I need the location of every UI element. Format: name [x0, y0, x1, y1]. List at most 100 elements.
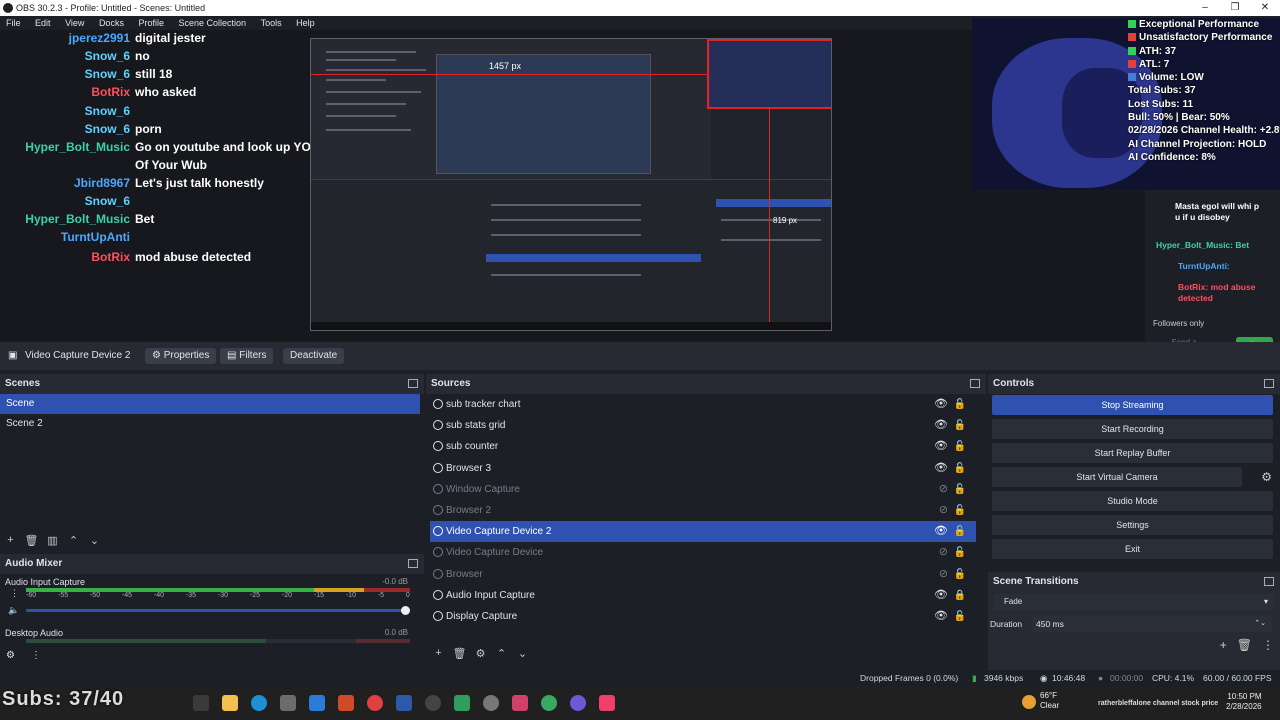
powerpoint-icon[interactable] [338, 695, 354, 711]
eye-icon[interactable]: 👁 [934, 394, 948, 415]
minimize-button[interactable]: – [1190, 0, 1220, 16]
eye-icon[interactable]: 👁 [934, 521, 948, 542]
add-icon[interactable]: + [1220, 638, 1227, 652]
popout-icon[interactable] [970, 379, 980, 388]
kebab-menu-icon[interactable]: ⋮ [10, 588, 19, 599]
move-down-icon[interactable]: ⌄ [84, 534, 105, 547]
add-icon[interactable]: + [0, 534, 21, 546]
scene-item[interactable]: Scene 2 [0, 414, 420, 434]
close-button[interactable]: ✕ [1250, 0, 1280, 16]
eye-off-icon[interactable]: ⊘ [939, 500, 948, 521]
start-virtual-camera-button[interactable]: Start Virtual Camera [992, 467, 1242, 487]
studio-mode-button[interactable]: Studio Mode [992, 491, 1273, 511]
eye-off-icon[interactable]: ⊘ [939, 542, 948, 563]
obs-taskbar-icon[interactable] [425, 695, 441, 711]
gear-icon[interactable]: ⚙ [470, 647, 491, 660]
unlock-icon[interactable]: 🔓 [954, 458, 966, 479]
stop-streaming-button[interactable]: Stop Streaming [992, 395, 1273, 415]
speaker-icon[interactable]: 🔈 [8, 605, 19, 616]
file-explorer-icon[interactable] [222, 695, 238, 711]
trash-icon[interactable]: 🗑 [449, 647, 470, 660]
start-replay-buffer-button[interactable]: Start Replay Buffer [992, 443, 1273, 463]
eye-icon[interactable]: 👁 [934, 458, 948, 479]
system-clock[interactable]: 10:50 PM 2/28/2026 [1226, 692, 1262, 712]
music-icon[interactable] [599, 695, 615, 711]
unlock-icon[interactable]: 🔓 [954, 479, 966, 500]
eye-off-icon[interactable]: ⊘ [939, 479, 948, 500]
menu-edit[interactable]: Edit [29, 16, 57, 30]
eye-icon[interactable]: 👁 [934, 415, 948, 436]
popout-icon[interactable] [1264, 577, 1274, 586]
eye-icon[interactable]: 👁 [934, 585, 948, 606]
menu-docks[interactable]: Docks [93, 16, 130, 30]
unlock-icon[interactable]: 🔓 [954, 436, 966, 457]
word-icon[interactable] [396, 695, 412, 711]
deactivate-button[interactable]: Deactivate [283, 348, 345, 364]
discord-icon[interactable] [570, 695, 586, 711]
app-icon[interactable] [483, 695, 499, 711]
unlock-icon[interactable]: 🔓 [954, 415, 966, 436]
menu-profile[interactable]: Profile [132, 16, 170, 30]
popout-icon[interactable] [408, 559, 418, 568]
transition-select[interactable]: Fade ▾ [994, 594, 1274, 610]
source-item[interactable]: sub stats grid 👁 🔓 [430, 415, 976, 436]
eye-icon[interactable]: 👁 [934, 606, 948, 627]
maps-icon[interactable] [512, 695, 528, 711]
menu-scene-collection[interactable]: Scene Collection [173, 16, 253, 30]
unlock-icon[interactable]: 🔓 [954, 542, 966, 563]
trash-icon[interactable]: 🗑 [21, 534, 42, 547]
lock-icon[interactable]: 🔒 [954, 585, 966, 606]
trash-icon[interactable]: 🗑 [1237, 638, 1252, 652]
maximize-button[interactable]: ❐ [1220, 0, 1250, 16]
source-item[interactable]: Browser ⊘ 🔓 [430, 564, 976, 585]
volume-slider[interactable] [26, 606, 410, 615]
unlock-icon[interactable]: 🔓 [954, 521, 966, 542]
kebab-menu-icon[interactable]: ⋮ [1262, 638, 1274, 652]
eye-off-icon[interactable]: ⊘ [939, 564, 948, 585]
menu-file[interactable]: File [0, 16, 27, 30]
move-down-icon[interactable]: ⌄ [512, 647, 533, 660]
source-item[interactable]: Display Capture 👁 🔓 [430, 606, 976, 627]
mixer-menu-icon[interactable]: ⋮ [31, 650, 41, 661]
xbox-icon[interactable] [454, 695, 470, 711]
settings-button[interactable]: Settings [992, 515, 1273, 535]
unlock-icon[interactable]: 🔓 [954, 500, 966, 521]
move-up-icon[interactable]: ⌃ [63, 534, 84, 547]
weather-widget[interactable]: 66°F Clear [1040, 691, 1059, 711]
source-item[interactable]: sub tracker chart 👁 🔓 [430, 394, 976, 415]
chrome-icon[interactable] [367, 695, 383, 711]
properties-button[interactable]: ⚙ Properties [145, 348, 217, 364]
chrome-alt-icon[interactable] [541, 695, 557, 711]
popout-icon[interactable] [408, 379, 418, 388]
mixer-settings-icon[interactable]: ⚙ [6, 650, 15, 661]
menu-view[interactable]: View [59, 16, 90, 30]
volume-slider-knob[interactable] [401, 606, 410, 615]
selection-bounding-box[interactable] [707, 39, 831, 109]
menu-tools[interactable]: Tools [255, 16, 288, 30]
filter-icon[interactable]: ▥ [42, 534, 63, 547]
menu-help[interactable]: Help [290, 16, 321, 30]
duration-input[interactable]: 450 ms ⌃⌄ [1032, 616, 1272, 632]
store-icon[interactable] [280, 695, 296, 711]
source-item[interactable]: Browser 2 ⊘ 🔓 [430, 500, 976, 521]
start-recording-button[interactable]: Start Recording [992, 419, 1273, 439]
edge-icon[interactable] [251, 695, 267, 711]
task-view-icon[interactable] [193, 695, 209, 711]
exit-button[interactable]: Exit [992, 539, 1273, 559]
popout-icon[interactable] [1264, 379, 1274, 388]
source-item[interactable]: Browser 3 👁 🔓 [430, 458, 976, 479]
stepper-icon[interactable]: ⌃⌄ [1254, 616, 1266, 632]
source-item[interactable]: sub counter 👁 🔓 [430, 436, 976, 457]
eye-icon[interactable]: 👁 [934, 436, 948, 457]
add-icon[interactable]: + [428, 647, 449, 659]
source-item[interactable]: Window Capture ⊘ 🔓 [430, 479, 976, 500]
unlock-icon[interactable]: 🔓 [954, 606, 966, 627]
scene-item[interactable]: Scene [0, 394, 420, 414]
source-item[interactable]: Video Capture Device ⊘ 🔓 [430, 542, 976, 563]
source-item[interactable]: Video Capture Device 2 👁 🔓 [430, 521, 976, 543]
unlock-icon[interactable]: 🔓 [954, 564, 966, 585]
move-up-icon[interactable]: ⌃ [491, 647, 512, 660]
source-item[interactable]: Audio Input Capture 👁 🔒 [430, 585, 976, 606]
app-icon[interactable] [309, 695, 325, 711]
virtual-camera-settings-icon[interactable]: ⚙ [1261, 470, 1272, 484]
